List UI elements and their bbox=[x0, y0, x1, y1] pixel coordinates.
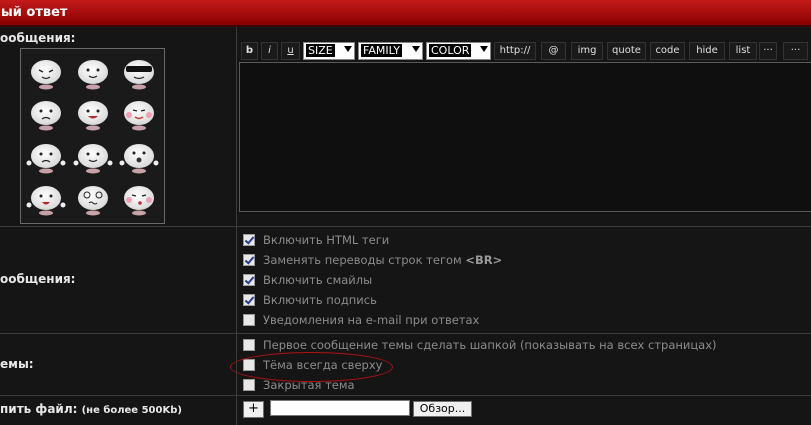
code-button[interactable]: code bbox=[650, 42, 685, 60]
checkbox[interactable] bbox=[243, 339, 255, 351]
topic-option-pin-first-label: Первое сообщение темы сделать шапкой (по… bbox=[263, 338, 717, 352]
checkbox[interactable] bbox=[243, 274, 255, 286]
browse-button[interactable]: Обзор... bbox=[413, 401, 472, 417]
url-button[interactable]: http:// bbox=[494, 42, 536, 60]
option-html-label: Включить HTML теги bbox=[263, 233, 390, 247]
color-select-value: COLOR bbox=[429, 44, 472, 57]
option-signature-label: Включить подпись bbox=[263, 293, 377, 307]
wink-smiley-icon[interactable] bbox=[31, 60, 61, 90]
kiss-smiley-icon[interactable] bbox=[124, 186, 154, 216]
smile-smiley-icon[interactable] bbox=[78, 60, 108, 90]
checkbox[interactable] bbox=[243, 314, 255, 326]
surprised-smiley-icon[interactable] bbox=[119, 144, 159, 174]
hide-button[interactable]: hide bbox=[689, 42, 725, 60]
size-select[interactable]: SIZE bbox=[303, 42, 355, 60]
email-button[interactable]: @ bbox=[541, 42, 566, 60]
checkbox[interactable] bbox=[243, 379, 255, 391]
list-button[interactable]: list bbox=[729, 42, 757, 60]
option-smileys-label: Включить смайлы bbox=[263, 273, 373, 287]
checkbox[interactable] bbox=[243, 294, 255, 306]
italic-button[interactable]: i bbox=[261, 42, 278, 60]
option-br-label: Заменять переводы строк тегом bbox=[263, 253, 466, 267]
file-path-input[interactable] bbox=[270, 400, 410, 416]
chevron-down-icon bbox=[480, 46, 488, 52]
options-label: ообщения: bbox=[0, 272, 76, 286]
laugh-smiley-icon[interactable] bbox=[73, 144, 113, 174]
column-divider bbox=[236, 27, 237, 425]
more-button[interactable]: ··· bbox=[759, 42, 777, 60]
attach-label: пить файл: (не более 500Kb) bbox=[0, 402, 182, 416]
reply-header: ый ответ bbox=[0, 0, 811, 27]
quote-button[interactable]: quote bbox=[607, 42, 646, 60]
chevron-down-icon bbox=[344, 46, 352, 52]
message-label: ообщения: bbox=[0, 31, 76, 45]
add-attachment-button[interactable]: + bbox=[243, 401, 264, 418]
attach-label-text: пить файл: bbox=[0, 402, 78, 416]
option-email-notify-label: Уведомления на e-mail при ответах bbox=[263, 313, 480, 327]
color-select[interactable]: COLOR bbox=[426, 42, 491, 60]
tongue-smiley-icon[interactable] bbox=[26, 186, 66, 216]
chevron-down-icon bbox=[412, 46, 420, 52]
frown-smiley-icon[interactable] bbox=[26, 144, 66, 174]
option-br-text: Заменять переводы строк тегом <BR> bbox=[263, 253, 502, 267]
topic-label: емы: bbox=[0, 357, 34, 371]
img-button[interactable]: img bbox=[571, 42, 603, 60]
cool-smiley-icon[interactable] bbox=[124, 60, 154, 90]
family-select-value: FAMILY bbox=[361, 44, 402, 57]
underline-button[interactable]: u bbox=[281, 42, 300, 60]
highlight-ellipse bbox=[230, 352, 393, 382]
size-select-value: SIZE bbox=[306, 44, 335, 57]
reply-header-title: ый ответ bbox=[1, 5, 68, 20]
checkbox[interactable] bbox=[243, 254, 255, 266]
smiley-panel bbox=[20, 48, 165, 224]
attach-note: (не более 500Kb) bbox=[81, 405, 182, 416]
happy-smiley-icon[interactable] bbox=[78, 101, 108, 131]
dizzy-smiley-icon[interactable] bbox=[78, 186, 108, 216]
family-select[interactable]: FAMILY bbox=[358, 42, 423, 60]
sad-smiley-icon[interactable] bbox=[31, 101, 61, 131]
blush-smiley-icon[interactable] bbox=[124, 101, 154, 131]
bold-button[interactable]: b bbox=[241, 42, 258, 60]
message-textarea[interactable] bbox=[239, 62, 811, 212]
checkbox[interactable] bbox=[243, 234, 255, 246]
option-br-tag: <BR> bbox=[465, 253, 503, 267]
more-button-2[interactable]: ··· bbox=[783, 42, 808, 60]
